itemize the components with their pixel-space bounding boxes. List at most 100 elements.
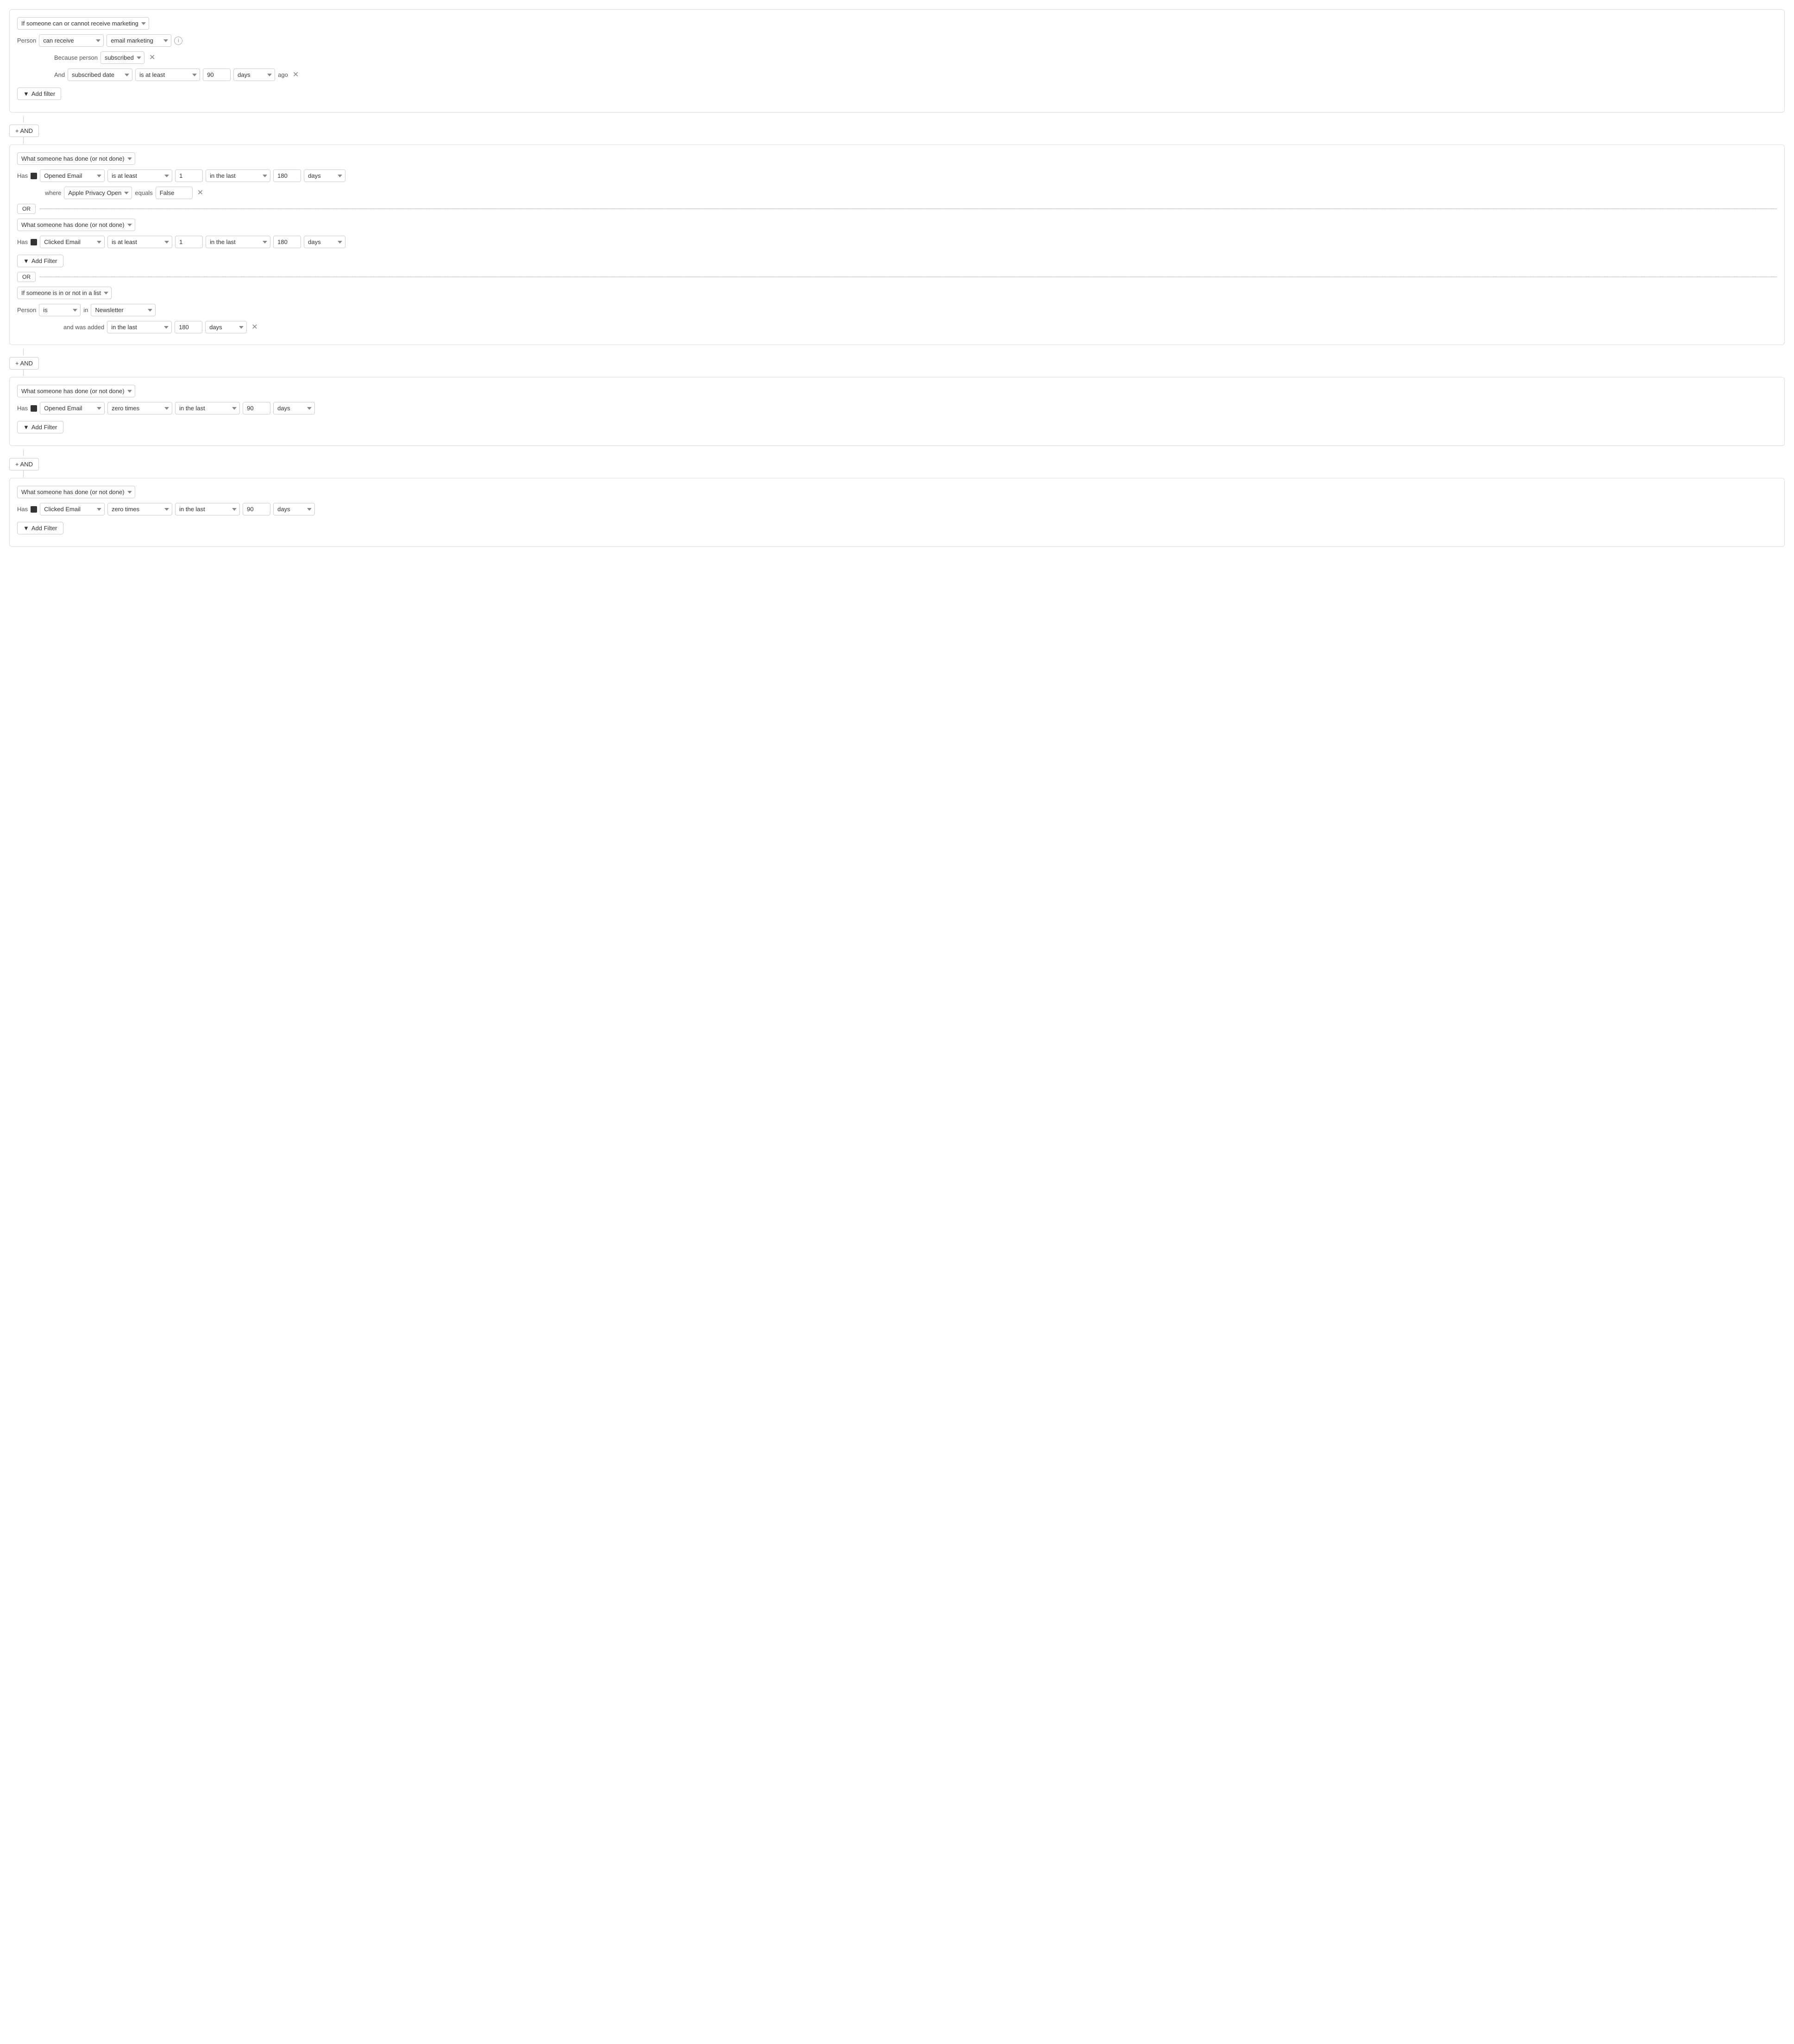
add-filter-label-3: Add Filter [31, 424, 57, 431]
block3-time-select[interactable]: in the last [175, 402, 240, 414]
block3-unit-select[interactable]: days [273, 402, 315, 414]
opened-value-input[interactable] [175, 169, 203, 182]
block3-event-select[interactable]: Opened Email [40, 402, 105, 414]
block3-time-value-input[interactable] [243, 402, 270, 414]
block-clicked-zero: What someone has done (or not done) Has … [9, 478, 1785, 547]
opened-email-icon [31, 173, 37, 179]
ago-label: ago [278, 71, 288, 78]
and-btn-label-3: + AND [15, 461, 33, 468]
add-filter-label-2: Add Filter [31, 257, 57, 264]
was-added-unit-select[interactable]: days [205, 321, 247, 333]
and-btn-2[interactable]: + AND [9, 357, 39, 370]
and-btn-1[interactable]: + AND [9, 125, 39, 137]
block4-event-condition-select[interactable]: zero times [107, 503, 172, 515]
block3-event-condition-select[interactable]: zero times [107, 402, 172, 414]
has-label-1: Has [17, 172, 28, 179]
clicked-time-select-1[interactable]: in the last [206, 236, 270, 248]
clicked-condition-select-1[interactable]: is at least [107, 236, 172, 248]
opened-time-value-input[interactable] [273, 169, 301, 182]
sub-block-clicked-email: What someone has done (or not done) Has … [17, 219, 1777, 267]
block4-condition-select[interactable]: What someone has done (or not done) [17, 486, 135, 498]
add-filter-btn-3[interactable]: ▼ Add Filter [17, 421, 63, 433]
sub-block-list: If someone is in or not in a list Person… [17, 287, 1777, 333]
opened-time-select[interactable]: in the last [206, 169, 270, 182]
has-label-2: Has [17, 238, 28, 245]
date-period-select[interactable]: days [233, 69, 275, 81]
marketing-condition-select[interactable]: If someone can or cannot receive marketi… [17, 17, 149, 30]
block4-time-select[interactable]: in the last [175, 503, 240, 515]
clicked-unit-select-1[interactable]: days [304, 236, 345, 248]
equals-label: equals [135, 189, 152, 196]
vline-3 [23, 349, 24, 355]
because-close-btn[interactable]: ✕ [147, 53, 157, 63]
sub-block-opened-email: What someone has done (or not done) Has … [17, 152, 1777, 199]
add-filter-btn-4[interactable]: ▼ Add Filter [17, 522, 63, 534]
add-filter-btn-sub2[interactable]: ▼ Add Filter [17, 255, 63, 267]
block3-condition-select[interactable]: What someone has done (or not done) [17, 385, 135, 397]
filter-icon-2: ▼ [23, 257, 29, 264]
date-condition-select[interactable]: is at least [135, 69, 200, 81]
was-added-condition-select[interactable]: in the last [107, 321, 172, 333]
and-connector-1: + AND [9, 116, 1785, 144]
and-btn-label: + AND [15, 127, 33, 134]
was-added-close-btn[interactable]: ✕ [250, 323, 259, 332]
where-label: where [45, 189, 61, 196]
and-connector-2: + AND [9, 349, 1785, 376]
clicked-email-icon-4 [31, 506, 37, 513]
block-opened-zero: What someone has done (or not done) Has … [9, 377, 1785, 446]
filter-icon: ▼ [23, 90, 29, 97]
or-btn-label-2: OR [22, 274, 31, 280]
was-added-label: and was added [63, 324, 104, 331]
and-btn-label-2: + AND [15, 360, 33, 367]
vline-6 [23, 470, 24, 477]
block4-time-value-input[interactable] [243, 503, 270, 515]
opened-email-icon-3 [31, 405, 37, 412]
opened-unit-select[interactable]: days [304, 169, 345, 182]
in-label: in [83, 307, 88, 313]
where-close-btn[interactable]: ✕ [195, 188, 205, 198]
person-label-3: Person [17, 307, 36, 313]
filter-icon-4: ▼ [23, 525, 29, 532]
and-label: And [54, 71, 65, 78]
block-activity-group: What someone has done (or not done) Has … [9, 144, 1785, 345]
date-close-btn[interactable]: ✕ [291, 70, 301, 80]
or-btn-1[interactable]: OR [17, 204, 36, 214]
block4-unit-select[interactable]: days [273, 503, 315, 515]
info-icon[interactable]: i [174, 37, 182, 45]
channel-select[interactable]: email marketing [107, 34, 171, 47]
was-added-row: and was added in the last days ✕ [63, 321, 1777, 333]
person-label: Person [17, 37, 36, 44]
vline-1 [23, 116, 24, 123]
sub3-condition-select[interactable]: If someone is in or not in a list [17, 287, 112, 299]
date-value-input[interactable] [203, 69, 231, 81]
or-divider-2: OR [17, 272, 1777, 282]
add-filter-btn-1[interactable]: ▼ Add filter [17, 88, 61, 100]
clicked-value-input-1[interactable] [175, 236, 203, 248]
clicked-time-value-input-1[interactable] [273, 236, 301, 248]
and-connector-3: + AND [9, 450, 1785, 477]
date-field-select[interactable]: subscribed date [68, 69, 132, 81]
vline-4 [23, 370, 24, 376]
sub2-condition-select[interactable]: What someone has done (or not done) [17, 219, 135, 231]
and-btn-3[interactable]: + AND [9, 458, 39, 470]
person-is-select[interactable]: is [39, 304, 81, 316]
vline-2 [23, 137, 24, 144]
vline-5 [23, 450, 24, 456]
block4-event-select[interactable]: Clicked Email [40, 503, 105, 515]
has-label-3: Has [17, 405, 28, 412]
where-field-select[interactable]: Apple Privacy Open [64, 187, 132, 199]
or-btn-2[interactable]: OR [17, 272, 36, 282]
clicked-email-select-1[interactable]: Clicked Email [40, 236, 105, 248]
list-select[interactable]: Newsletter [91, 304, 156, 316]
can-receive-select[interactable]: can receive [39, 34, 104, 47]
block-marketing: If someone can or cannot receive marketi… [9, 9, 1785, 113]
add-filter-label-4: Add Filter [31, 525, 57, 532]
opened-condition-select[interactable]: is at least [107, 169, 172, 182]
clicked-email-icon-1 [31, 239, 37, 245]
sub1-condition-select[interactable]: What someone has done (or not done) [17, 152, 135, 165]
because-value-select[interactable]: subscribed [100, 51, 144, 64]
where-value-input[interactable] [156, 187, 193, 199]
opened-email-select[interactable]: Opened Email [40, 169, 105, 182]
because-label: Because person [54, 54, 98, 61]
was-added-value-input[interactable] [175, 321, 202, 333]
